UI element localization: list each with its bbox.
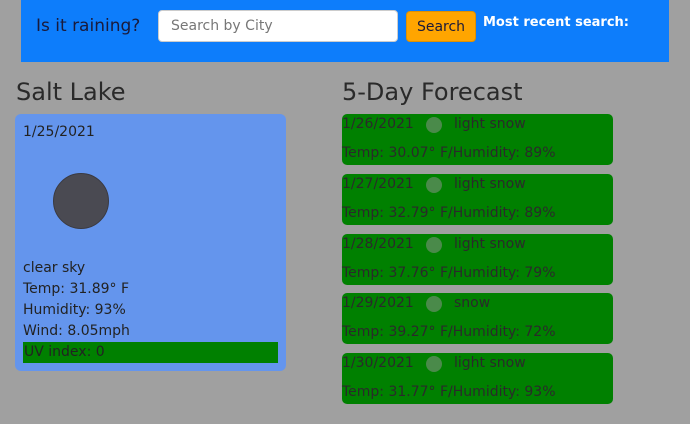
top-bar: Is it raining? Search Most recent search… (21, 0, 669, 62)
weather-icon (53, 173, 109, 229)
forecast-stats: Temp: 32.79° F/Humidity: 89% (342, 205, 556, 221)
uv-index-badge: UV index: 0 (23, 342, 278, 363)
city-search-input[interactable] (158, 10, 398, 42)
forecast-date: 1/27/2021 (342, 176, 414, 192)
forecast-stats: Temp: 37.76° F/Humidity: 79% (342, 265, 556, 281)
current-description: clear sky (23, 260, 86, 276)
forecast-date: 1/26/2021 (342, 116, 414, 132)
recent-search-label: Most recent search: (483, 15, 629, 30)
forecast-stats: Temp: 30.07° F/Humidity: 89% (342, 145, 556, 161)
snow-icon (426, 117, 442, 133)
current-weather-card: 1/25/2021 clear sky Temp: 31.89° F Humid… (15, 114, 286, 371)
current-wind: Wind: 8.05mph (23, 323, 130, 339)
city-name: Salt Lake (16, 78, 126, 106)
forecast-day-card: 1/28/2021 light snow Temp: 37.76° F/Humi… (342, 234, 613, 285)
forecast-description: snow (454, 295, 491, 311)
forecast-day-card: 1/27/2021 light snow Temp: 32.79° F/Humi… (342, 174, 613, 225)
forecast-description: light snow (454, 116, 526, 132)
forecast-date: 1/30/2021 (342, 355, 414, 371)
forecast-stats: Temp: 31.77° F/Humidity: 93% (342, 384, 556, 400)
search-button[interactable]: Search (406, 11, 476, 42)
uv-index-label: UV index: 0 (24, 344, 105, 360)
forecast-title: 5-Day Forecast (342, 78, 523, 106)
current-temp: Temp: 31.89° F (23, 281, 130, 297)
current-humidity: Humidity: 93% (23, 302, 126, 318)
forecast-date: 1/29/2021 (342, 295, 414, 311)
snow-icon (426, 296, 442, 312)
snow-icon (426, 237, 442, 253)
forecast-stats: Temp: 39.27° F/Humidity: 72% (342, 324, 556, 340)
forecast-day-card: 1/29/2021 snow Temp: 39.27° F/Humidity: … (342, 293, 613, 344)
forecast-date: 1/28/2021 (342, 236, 414, 252)
snow-icon (426, 356, 442, 372)
forecast-description: light snow (454, 236, 526, 252)
forecast-description: light snow (454, 355, 526, 371)
forecast-day-card: 1/30/2021 light snow Temp: 31.77° F/Humi… (342, 353, 613, 404)
current-date: 1/25/2021 (23, 124, 95, 140)
app-title: Is it raining? (36, 16, 141, 36)
forecast-description: light snow (454, 176, 526, 192)
forecast-day-card: 1/26/2021 light snow Temp: 30.07° F/Humi… (342, 114, 613, 165)
snow-icon (426, 177, 442, 193)
